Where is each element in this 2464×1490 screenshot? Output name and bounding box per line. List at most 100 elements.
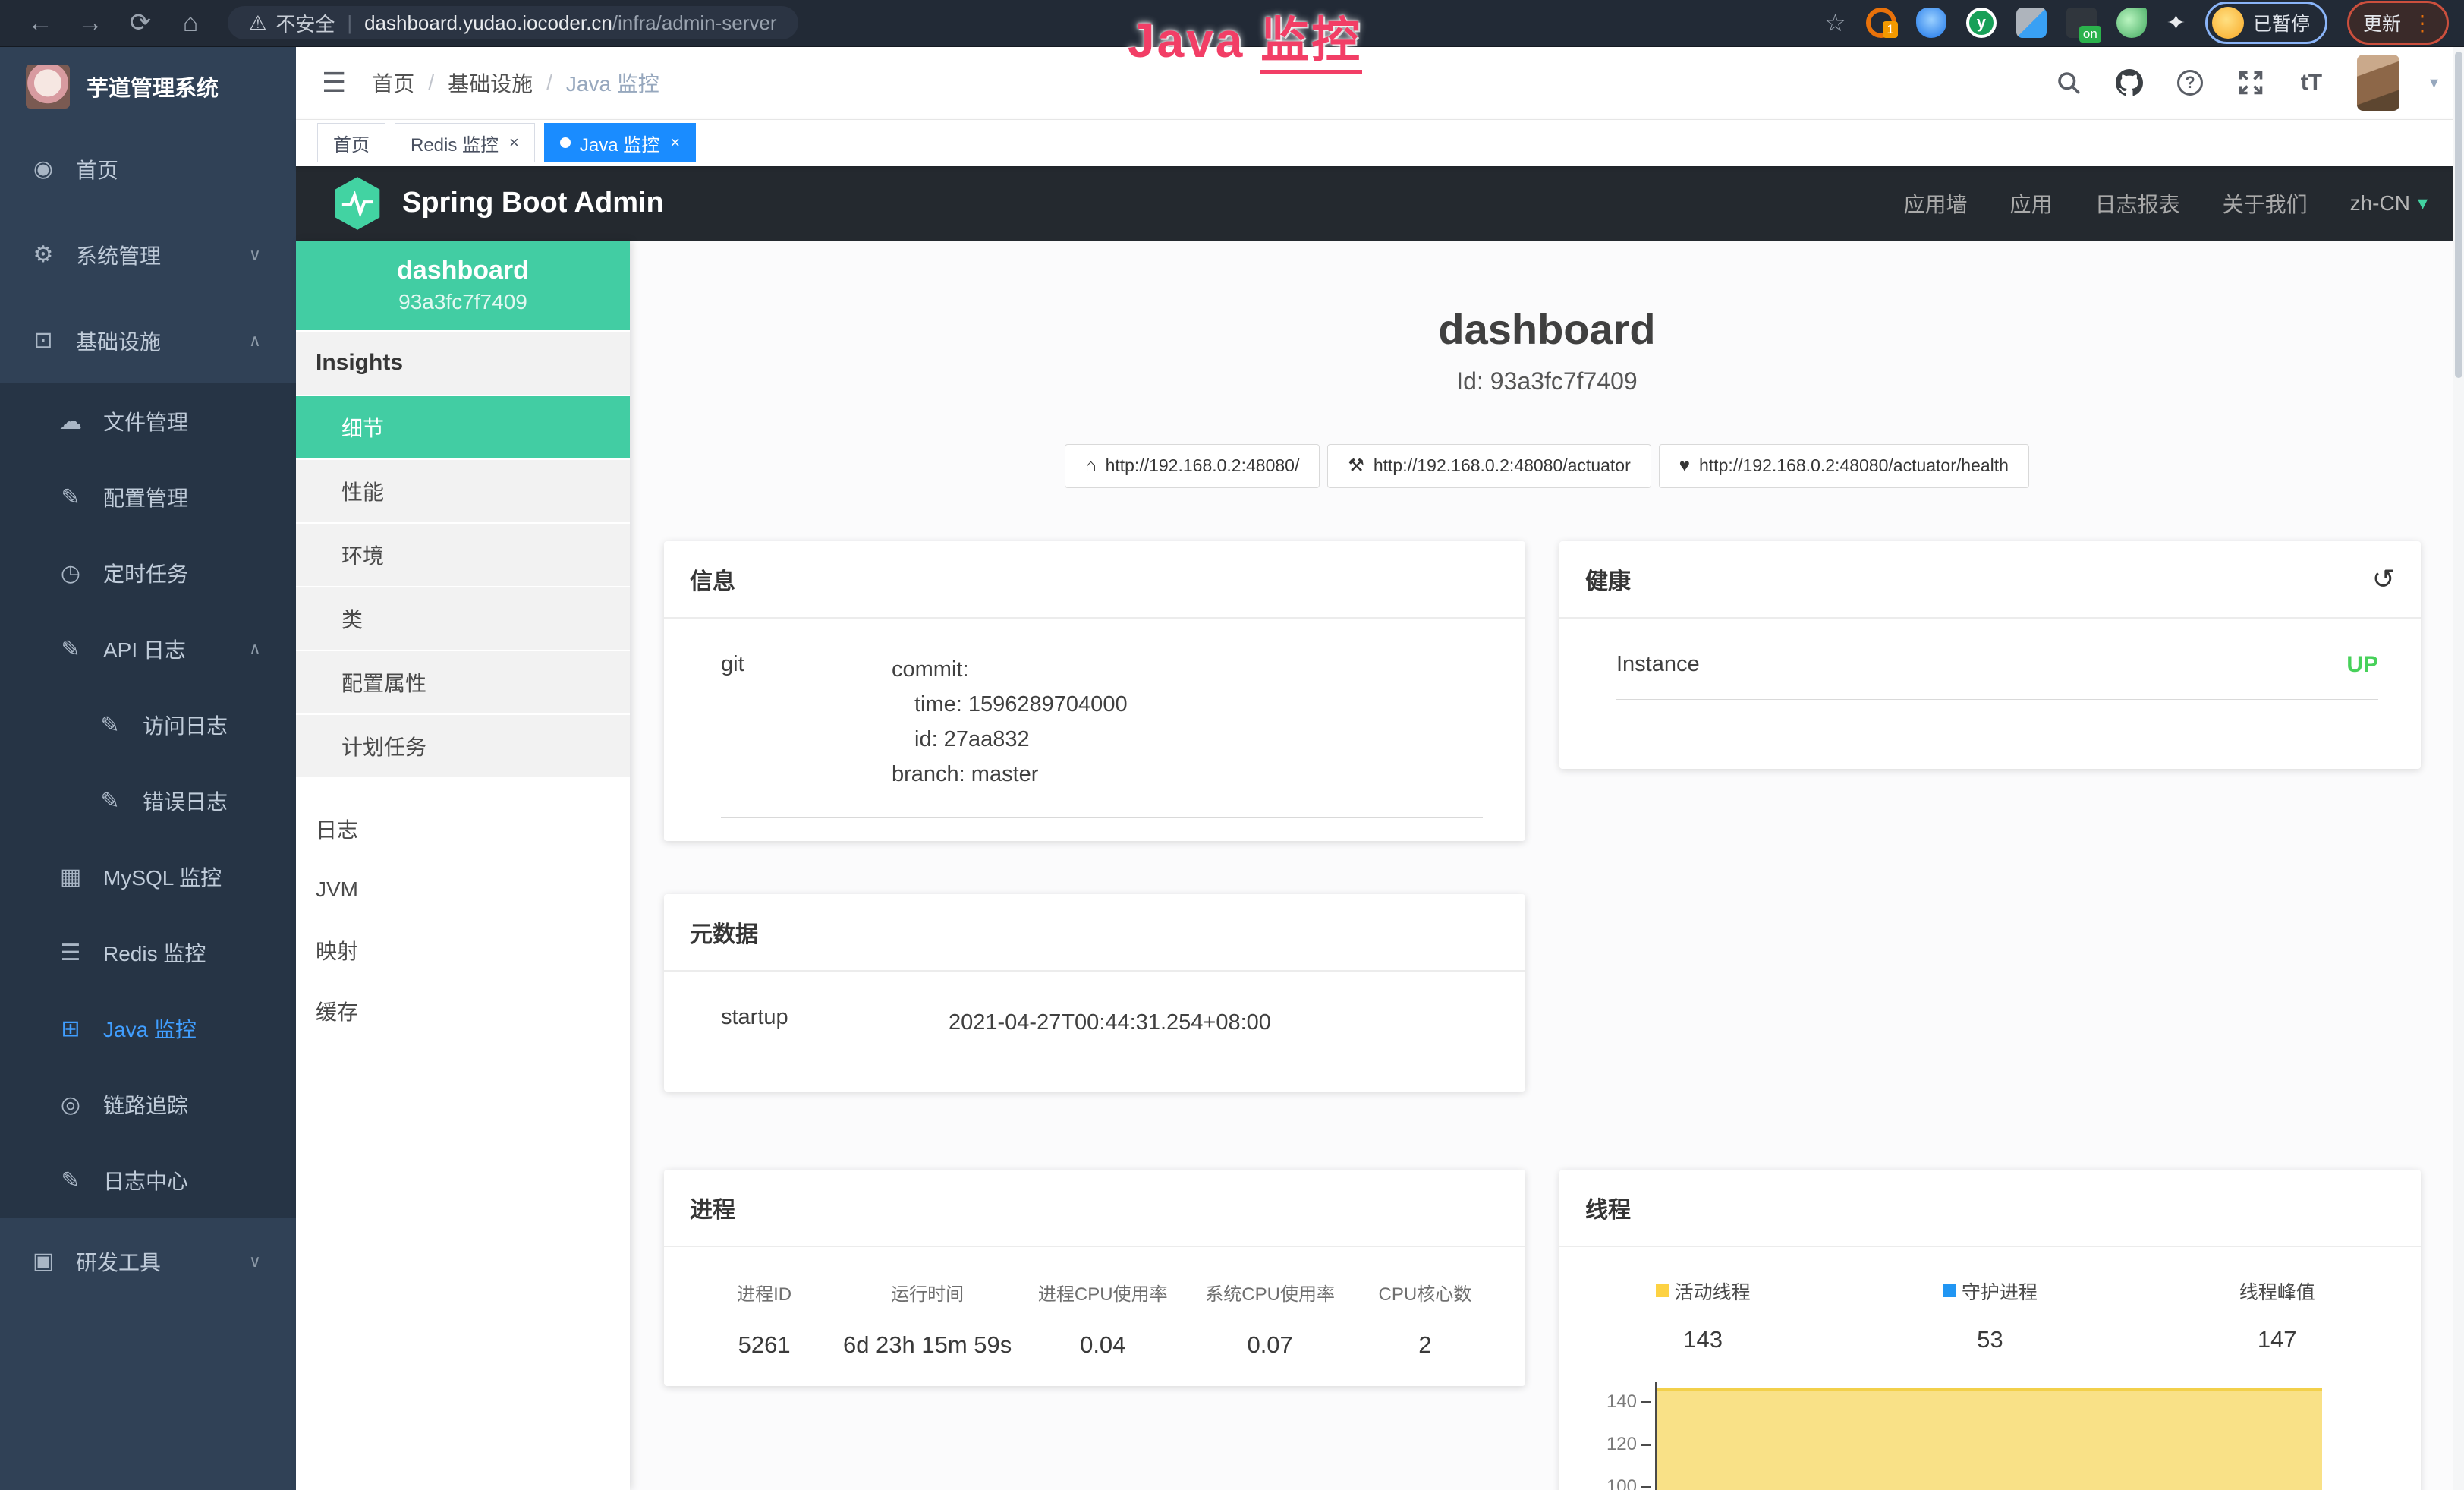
sidebar-item[interactable]: ◉ 首页 — [0, 126, 296, 212]
sidebar-item[interactable]: ✎ API 日志 ∧ — [0, 611, 296, 687]
user-caret-icon[interactable]: ▾ — [2430, 73, 2438, 93]
page-tab[interactable]: Redis 监控 × — [395, 123, 535, 162]
sba-nav-item[interactable]: 应用 — [2010, 188, 2053, 219]
page-scrollbar[interactable] — [2453, 47, 2464, 1490]
history-icon[interactable]: ↺ — [2372, 563, 2395, 595]
instance-link-button[interactable]: ⌂ http://192.168.0.2:48080/ — [1065, 444, 1320, 488]
edit-icon: ✎ — [97, 712, 123, 739]
extension-icon-orange[interactable]: 1 — [1866, 8, 1896, 38]
instance-links: ⌂ http://192.168.0.2:48080/ ⚒ http://192… — [630, 444, 2464, 488]
sba-sidebar-item[interactable]: 日志 — [296, 799, 630, 859]
sidebar-item[interactable]: ☁ 文件管理 — [0, 383, 296, 459]
instance-link-url: http://192.168.0.2:48080/actuator — [1374, 455, 1631, 476]
thread-chart: 140 120 100 — [1590, 1382, 2375, 1490]
extensions-puzzle-icon[interactable]: ✦ — [2167, 10, 2186, 36]
url-bar[interactable]: ⚠ 不安全 | dashboard.yudao.iocoder.cn /infr… — [228, 6, 798, 39]
page-tab[interactable]: Java 监控 × — [544, 123, 696, 162]
breadcrumb-item[interactable]: 首页 / — [372, 68, 448, 98]
sidebar-item[interactable]: ◎ 链路追踪 — [0, 1066, 296, 1142]
process-col-value: 0.04 — [1013, 1331, 1193, 1359]
sba-sidebar-item[interactable]: 计划任务 — [296, 715, 630, 779]
process-table: 进程ID5261 运行时间6d 23h 15m 59s 进程CPU使用率0.04… — [664, 1247, 1525, 1359]
scrollbar-thumb[interactable] — [2455, 52, 2462, 378]
sidebar-item[interactable]: ⚙ 系统管理 ∨ — [0, 212, 296, 298]
github-icon[interactable] — [2114, 68, 2145, 98]
security-label[interactable]: 不安全 — [275, 9, 335, 37]
sba-nav-item[interactable]: 关于我们 — [2223, 188, 2308, 219]
info-row-label: git — [721, 652, 892, 792]
thread-stat-value: 143 — [1559, 1326, 1846, 1353]
health-card-title: 健康 — [1585, 562, 1631, 596]
extension-icon-grid[interactable] — [2016, 8, 2047, 38]
sba-sidebar-item[interactable]: 映射 — [296, 920, 630, 981]
process-card: 进程 进程ID5261 运行时间6d 23h 15m 59s 进程CPU使用率0… — [664, 1170, 1525, 1386]
url-path: /infra/admin-server — [612, 11, 777, 35]
process-col-value: 2 — [1348, 1331, 1503, 1359]
navbar-actions: ? tT ▾ — [2053, 55, 2438, 111]
sba-sidebar-item[interactable]: 缓存 — [296, 981, 630, 1041]
sidebar-item[interactable]: ✎ 访问日志 — [0, 687, 296, 763]
extension-icon-green-circle[interactable]: y — [1966, 8, 1997, 38]
instance-link-button[interactable]: ⚒ http://192.168.0.2:48080/actuator — [1327, 444, 1651, 488]
breadcrumb-item[interactable]: 基础设施 / — [448, 68, 566, 98]
sidebar-item[interactable]: ⊡ 基础设施 ∧ — [0, 298, 296, 383]
sidebar-item-label: API 日志 — [103, 634, 249, 664]
sidebar-item[interactable]: ▦ MySQL 监控 — [0, 839, 296, 915]
info-card-title: 信息 — [664, 541, 1525, 619]
back-icon[interactable]: ← — [15, 8, 65, 38]
sidebar-item[interactable]: ✎ 日志中心 — [0, 1142, 296, 1218]
app-logo-row[interactable]: 芋道管理系统 — [0, 47, 296, 126]
extension-icon-leaf[interactable] — [2116, 8, 2147, 38]
sidebar-item-label: 访问日志 — [143, 710, 296, 740]
sidebar-item[interactable]: ✎ 配置管理 — [0, 459, 296, 535]
sba-body: dashboard 93a3fc7f7409 Insights 细节 — [296, 241, 2464, 1490]
browser-home-icon[interactable]: ⌂ — [165, 8, 216, 38]
instance-link-button[interactable]: ♥ http://192.168.0.2:48080/actuator/heal… — [1659, 444, 2029, 488]
page-tab[interactable]: 首页 × — [317, 123, 385, 162]
forward-icon[interactable]: → — [65, 8, 115, 38]
hamburger-icon[interactable]: ☰ — [322, 67, 346, 99]
insights-group-title: Insights — [296, 332, 630, 396]
git-commit-line: commit: — [892, 652, 1128, 687]
sba-sidebar-item[interactable]: 配置属性 — [296, 651, 630, 715]
profile-chip[interactable]: 已暂停 — [2205, 2, 2327, 44]
sidebar-item[interactable]: ▣ 研发工具 ∨ — [0, 1218, 296, 1304]
sba-header: Spring Boot Admin 应用墙 应用 日志报表 关于我们 — [296, 166, 2464, 240]
top-navbar: ☰ 首页 / 基础设施 / — [296, 47, 2464, 120]
sidebar-item[interactable]: ☰ Redis 监控 — [0, 915, 296, 991]
instance-header[interactable]: dashboard 93a3fc7f7409 — [296, 241, 630, 330]
close-icon[interactable]: × — [509, 133, 519, 153]
close-icon[interactable]: × — [670, 133, 680, 153]
extension-icon-drop[interactable] — [1916, 8, 1946, 38]
help-icon[interactable]: ? — [2175, 68, 2205, 98]
sidebar-item[interactable]: ⊞ Java 监控 — [0, 991, 296, 1066]
git-branch-line: branch: master — [892, 757, 1128, 792]
process-col-header: 进程CPU使用率 — [1013, 1279, 1193, 1306]
sba-nav-item[interactable]: 应用墙 — [1904, 188, 1968, 219]
fullscreen-icon[interactable] — [2236, 68, 2266, 98]
user-avatar[interactable] — [2357, 55, 2399, 111]
breadcrumb-item[interactable]: Java 监控 / — [566, 68, 659, 98]
extension-icon-switch[interactable]: on — [2066, 8, 2097, 38]
sba-brand-title[interactable]: Spring Boot Admin — [402, 187, 664, 219]
thread-stat: 线程峰值 147 — [2134, 1277, 2421, 1353]
fontsize-icon[interactable]: tT — [2296, 68, 2327, 98]
sidebar-item[interactable]: ◷ 定时任务 — [0, 535, 296, 611]
bookmark-star-icon[interactable]: ☆ — [1824, 8, 1846, 37]
search-icon[interactable] — [2053, 68, 2084, 98]
sba-sidebar-item[interactable]: 细节 — [296, 396, 630, 460]
sba-sidebar-item[interactable]: 环境 — [296, 524, 630, 587]
kebab-menu-icon[interactable]: ⋮ — [2412, 11, 2433, 36]
locale-selector[interactable]: zh-CN ▾ — [2350, 191, 2428, 216]
monitor-icon: ⊡ — [30, 327, 56, 354]
paused-label: 已暂停 — [2253, 9, 2310, 36]
reload-icon[interactable]: ⟳ — [115, 8, 165, 38]
update-button[interactable]: 更新 ⋮ — [2347, 1, 2449, 45]
sba-nav-item[interactable]: 日志报表 — [2095, 188, 2180, 219]
sba-sidebar-item[interactable]: 类 — [296, 587, 630, 651]
sidebar-item[interactable]: ✎ 错误日志 — [0, 763, 296, 839]
sba-sidebar-item[interactable]: JVM — [296, 859, 630, 920]
chart-ytick-label: 120 — [1590, 1434, 1651, 1455]
sba-sidebar-item[interactable]: 性能 — [296, 460, 630, 524]
process-col-value: 6d 23h 15m 59s — [842, 1331, 1013, 1359]
